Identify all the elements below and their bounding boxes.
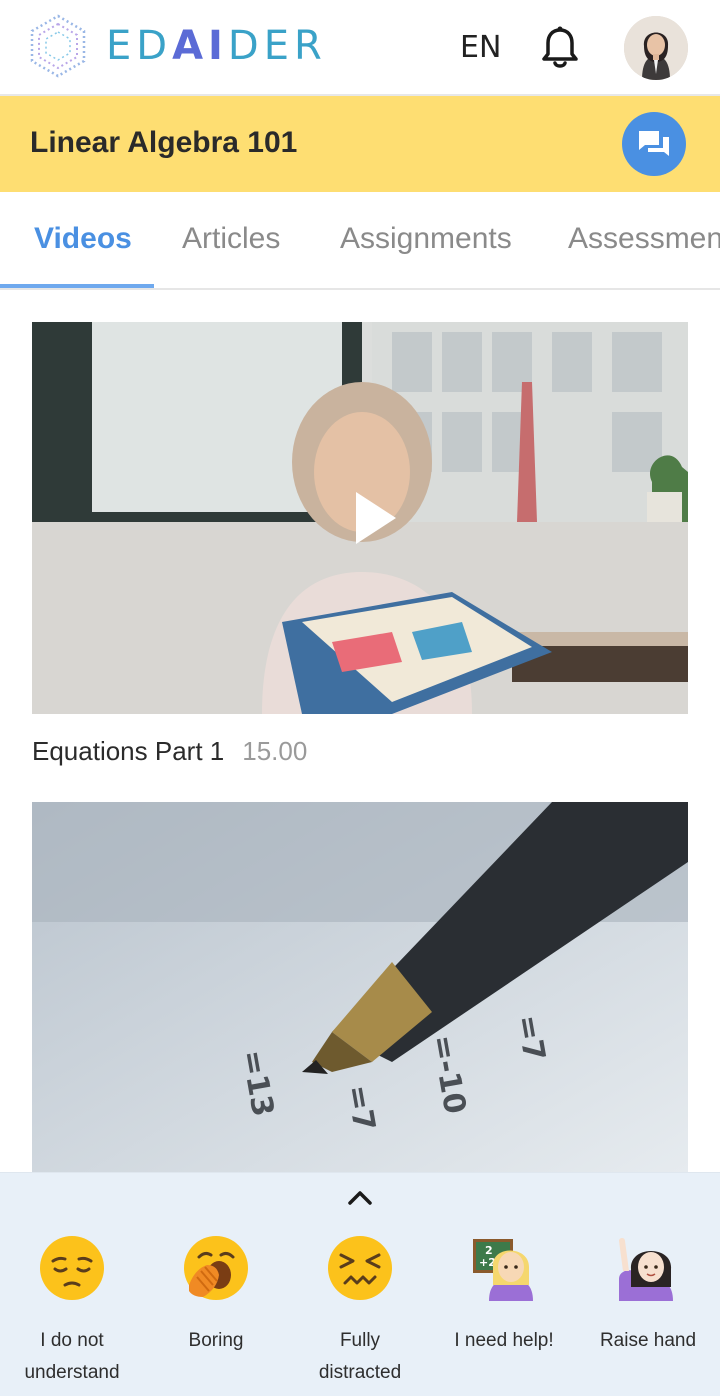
pensive-face-icon xyxy=(40,1236,104,1300)
reaction-label: Raise hand xyxy=(599,1330,697,1351)
language-selector[interactable]: EN xyxy=(460,30,501,65)
chevron-up-icon[interactable] xyxy=(346,1187,374,1207)
yawning-face-icon xyxy=(184,1236,248,1300)
tab-assignments[interactable]: Assignments xyxy=(340,222,512,256)
reaction-boring[interactable]: Boring xyxy=(144,1235,288,1357)
raising-hand-icon xyxy=(619,1238,673,1301)
video-title[interactable]: Equations Part 1 xyxy=(32,736,224,767)
active-tab-indicator xyxy=(0,284,154,288)
pen-math-thumbnail-icon: =13 =7 =-10 =7 xyxy=(32,802,688,1172)
course-header: Linear Algebra 101 xyxy=(0,96,720,192)
video-thumbnail[interactable]: =13 =7 =-10 =7 xyxy=(32,802,688,1172)
edaider-logo[interactable]: EDAIDER xyxy=(30,14,327,78)
video-card[interactable]: =13 =7 =-10 =7 xyxy=(32,802,688,1172)
course-title: Linear Algebra 101 xyxy=(30,126,298,159)
tab-assessments[interactable]: Assessments xyxy=(568,222,720,256)
reaction-label: Fully distracted xyxy=(318,1330,402,1383)
tab-videos[interactable]: Videos xyxy=(34,222,132,256)
reaction-do-not-understand[interactable]: I do not understand xyxy=(0,1235,144,1389)
confounded-face-icon xyxy=(328,1236,392,1300)
chat-button[interactable] xyxy=(622,112,686,176)
reaction-fully-distracted[interactable]: Fully distracted xyxy=(288,1235,432,1389)
avatar-portrait-icon xyxy=(624,16,688,80)
reaction-label: I need help! xyxy=(454,1330,554,1351)
reaction-label: Boring xyxy=(188,1330,244,1351)
logo-wordmark: EDAIDER xyxy=(106,23,327,69)
reaction-raise-hand[interactable]: Raise hand xyxy=(576,1235,720,1357)
play-icon[interactable] xyxy=(354,490,398,546)
reactions-panel: I do not understand Boring Fully distracte… xyxy=(0,1172,720,1396)
reaction-need-help[interactable]: 2 +2 I need help! xyxy=(432,1235,576,1357)
hexagon-logo-icon xyxy=(30,14,86,78)
reaction-label: I do not understand xyxy=(24,1330,120,1383)
content-tabs: Videos Articles Assignments Assessments xyxy=(0,192,720,290)
video-meta: Equations Part 1 15.00 xyxy=(32,736,688,767)
top-bar: EDAIDER EN xyxy=(0,0,720,96)
user-avatar[interactable] xyxy=(624,16,688,80)
bell-icon[interactable] xyxy=(540,26,580,70)
video-duration: 15.00 xyxy=(242,736,308,766)
chat-icon xyxy=(639,131,669,156)
video-card[interactable]: Equations Part 1 15.00 xyxy=(32,322,688,767)
video-thumbnail[interactable] xyxy=(32,322,688,714)
teacher-icon: 2 +2 xyxy=(473,1239,533,1301)
tab-articles[interactable]: Articles xyxy=(182,222,280,256)
